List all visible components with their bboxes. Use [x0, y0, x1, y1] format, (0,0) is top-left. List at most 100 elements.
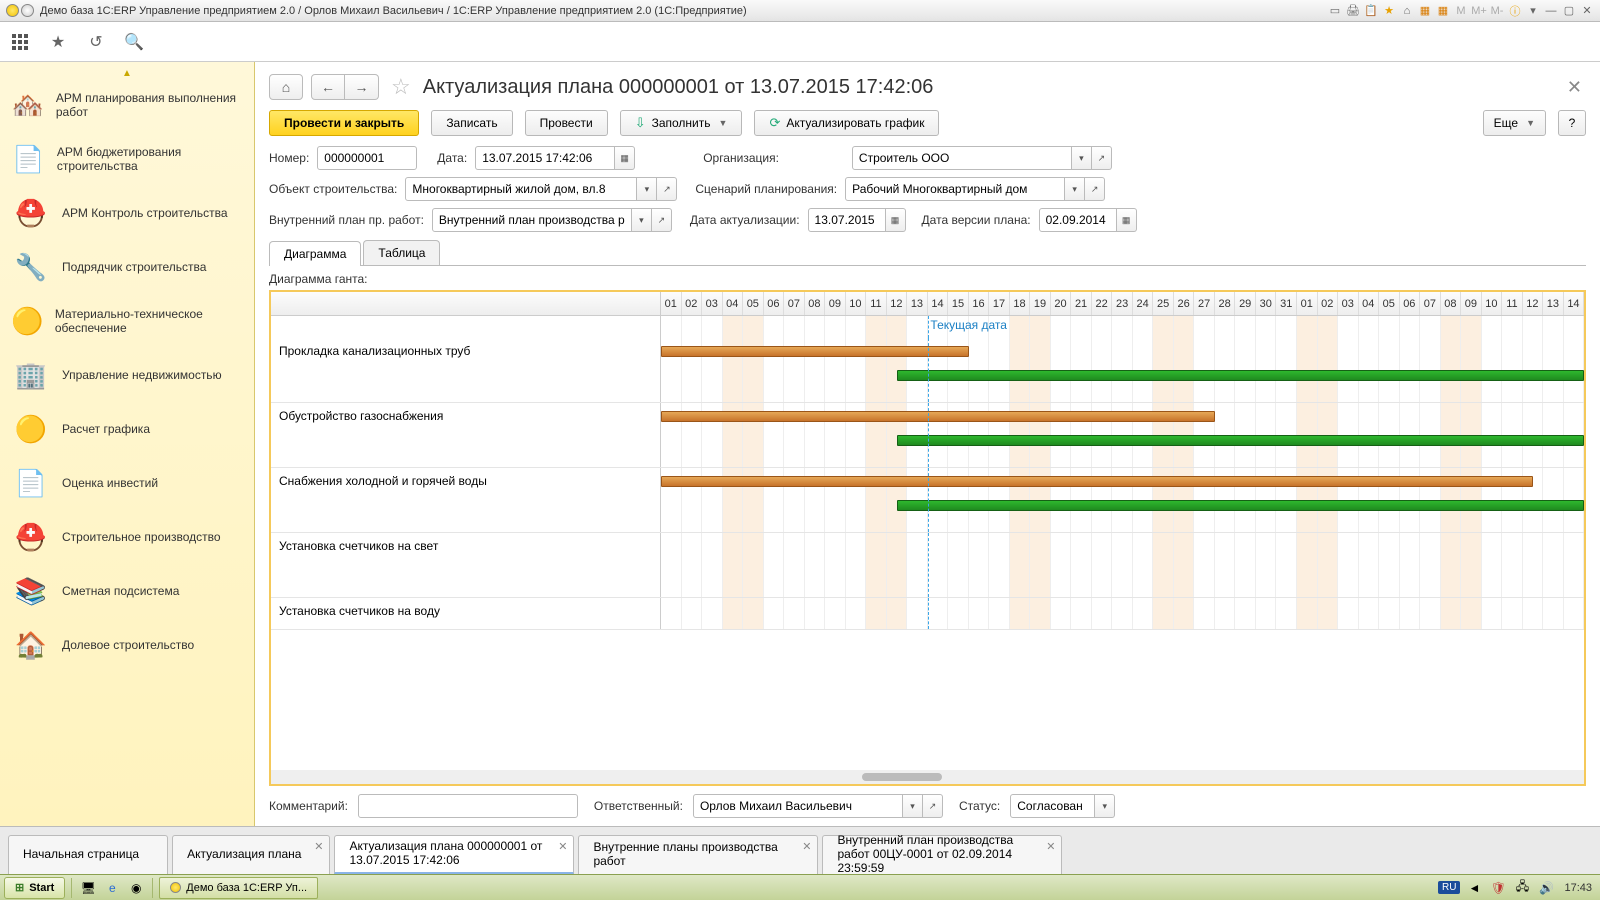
- version-date-field[interactable]: [1039, 208, 1117, 232]
- star-icon[interactable]: ★: [48, 32, 68, 52]
- window-tab[interactable]: Начальная страница: [8, 835, 168, 874]
- m-button[interactable]: M: [1454, 4, 1468, 18]
- sidebar-item[interactable]: 🟡Расчет графика: [0, 402, 254, 456]
- home-button[interactable]: ⌂: [269, 74, 303, 100]
- save-button[interactable]: Записать: [431, 110, 512, 136]
- sidebar-item[interactable]: 📄АРМ бюджетирования строительства: [0, 132, 254, 186]
- clock[interactable]: 17:43: [1560, 882, 1596, 894]
- toolbar-icon[interactable]: 📋: [1364, 4, 1378, 18]
- gantt-bar-actual[interactable]: [897, 435, 1584, 446]
- favorite-toggle[interactable]: ☆: [391, 74, 411, 100]
- dropdown-icon[interactable]: ▾: [637, 177, 657, 201]
- post-and-close-button[interactable]: Провести и закрыть: [269, 110, 419, 136]
- gantt-bar-plan[interactable]: [661, 411, 1215, 422]
- close-tab-icon[interactable]: ✕: [802, 840, 811, 853]
- update-chart-button[interactable]: ⟳Актуализировать график: [754, 110, 939, 136]
- close-tab-icon[interactable]: ✕: [558, 840, 567, 853]
- dropdown-icon[interactable]: ▾: [1095, 794, 1115, 818]
- m-minus-button[interactable]: M-: [1490, 4, 1504, 18]
- close-document-button[interactable]: ✕: [1567, 77, 1586, 98]
- window-tab[interactable]: Внутренние планы производства работ✕: [578, 835, 818, 874]
- sidebar-item[interactable]: 📄Оценка инвестий: [0, 456, 254, 510]
- maximize-icon[interactable]: ▢: [1562, 4, 1576, 18]
- toolbar-icon[interactable]: ▭: [1328, 4, 1342, 18]
- toolbar-icon[interactable]: ⌂: [1400, 4, 1414, 18]
- minimize-icon[interactable]: —: [1544, 4, 1558, 18]
- app-menu-icon[interactable]: [21, 4, 34, 17]
- org-field[interactable]: [852, 146, 1072, 170]
- show-desktop-icon[interactable]: 🖥: [78, 878, 98, 898]
- open-icon[interactable]: ↗: [1085, 177, 1105, 201]
- tray-network-icon[interactable]: 🖧: [1512, 878, 1532, 898]
- calendar-icon[interactable]: ▦: [1436, 4, 1450, 18]
- open-icon[interactable]: ↗: [1092, 146, 1112, 170]
- actual-date-field[interactable]: [808, 208, 886, 232]
- app-icon: [170, 882, 181, 893]
- open-icon[interactable]: ↗: [923, 794, 943, 818]
- back-button[interactable]: ←: [311, 74, 345, 100]
- responsible-field[interactable]: [693, 794, 903, 818]
- dropdown-icon[interactable]: ▾: [1065, 177, 1085, 201]
- forward-button[interactable]: →: [345, 74, 379, 100]
- taskbar-app[interactable]: Демо база 1С:ERP Уп...: [159, 877, 318, 899]
- dropdown-icon[interactable]: ▾: [1526, 4, 1540, 18]
- start-button[interactable]: ⊞ Start: [4, 877, 65, 899]
- fill-button[interactable]: ⇩Заполнить▼: [620, 110, 743, 136]
- browser-chrome-icon[interactable]: ◉: [126, 878, 146, 898]
- tray-shield-icon[interactable]: 🛡: [1488, 878, 1508, 898]
- date-field[interactable]: [475, 146, 615, 170]
- tray-icon[interactable]: ◄: [1464, 878, 1484, 898]
- gantt-bar-plan[interactable]: [661, 346, 969, 357]
- calendar-icon[interactable]: ▦: [615, 146, 635, 170]
- gantt-scrollbar[interactable]: [271, 770, 1584, 784]
- open-icon[interactable]: ↗: [657, 177, 677, 201]
- info-icon[interactable]: ⓘ: [1508, 4, 1522, 18]
- sidebar-item[interactable]: 🏠Долевое строительство: [0, 618, 254, 672]
- close-tab-icon[interactable]: ✕: [1046, 840, 1055, 853]
- calendar-icon[interactable]: ▦: [1117, 208, 1137, 232]
- gantt-bar-actual[interactable]: [897, 370, 1584, 381]
- sidebar-item[interactable]: 🟡Материально-техническое обеспечение: [0, 294, 254, 348]
- number-field[interactable]: [317, 146, 417, 170]
- close-tab-icon[interactable]: ✕: [314, 840, 323, 853]
- apps-grid-icon[interactable]: [10, 32, 30, 52]
- more-button[interactable]: Еще▼: [1483, 110, 1546, 136]
- gantt-bar-actual[interactable]: [897, 500, 1584, 511]
- gantt-bar-plan[interactable]: [661, 476, 1533, 487]
- favorite-icon[interactable]: ★: [1382, 4, 1396, 18]
- day-header: 07: [1420, 292, 1441, 315]
- language-indicator[interactable]: RU: [1438, 881, 1460, 894]
- m-plus-button[interactable]: M+: [1472, 4, 1486, 18]
- object-field[interactable]: [405, 177, 637, 201]
- dropdown-icon[interactable]: ▾: [1072, 146, 1092, 170]
- toolbar-icon[interactable]: 🖨: [1346, 4, 1360, 18]
- dropdown-icon[interactable]: ▾: [632, 208, 652, 232]
- window-tab[interactable]: Актуализация плана✕: [172, 835, 330, 874]
- sidebar-item[interactable]: 📚Сметная подсистема: [0, 564, 254, 618]
- calc-icon[interactable]: ▦: [1418, 4, 1432, 18]
- sidebar-item[interactable]: ⛑️АРМ Контроль строительства: [0, 186, 254, 240]
- search-icon[interactable]: 🔍: [124, 32, 144, 52]
- tray-volume-icon[interactable]: 🔊: [1536, 878, 1556, 898]
- sidebar-item[interactable]: 🏢Управление недвижимостью: [0, 348, 254, 402]
- help-button[interactable]: ?: [1558, 110, 1586, 136]
- scenario-field[interactable]: [845, 177, 1065, 201]
- inner-plan-field[interactable]: [432, 208, 632, 232]
- close-icon[interactable]: ✕: [1580, 4, 1594, 18]
- browser-ie-icon[interactable]: e: [102, 878, 122, 898]
- comment-field[interactable]: [358, 794, 578, 818]
- sidebar-item[interactable]: ⛑️Строительное производство: [0, 510, 254, 564]
- sidebar-item[interactable]: 🔧Подрядчик строительства: [0, 240, 254, 294]
- open-icon[interactable]: ↗: [652, 208, 672, 232]
- calendar-icon[interactable]: ▦: [886, 208, 906, 232]
- tab-table[interactable]: Таблица: [363, 240, 440, 265]
- post-button[interactable]: Провести: [525, 110, 608, 136]
- sidebar-item[interactable]: 🏘️АРМ планирования выполнения работ: [0, 78, 254, 132]
- dropdown-icon[interactable]: ▾: [903, 794, 923, 818]
- window-tab[interactable]: Внутренний план производства работ 00ЦУ-…: [822, 835, 1062, 874]
- scroll-up-icon[interactable]: ▲: [0, 68, 254, 78]
- history-icon[interactable]: ↺: [86, 32, 106, 52]
- status-field[interactable]: [1010, 794, 1095, 818]
- tab-diagram[interactable]: Диаграмма: [269, 241, 361, 266]
- window-tab[interactable]: Актуализация плана 000000001 от 13.07.20…: [334, 835, 574, 874]
